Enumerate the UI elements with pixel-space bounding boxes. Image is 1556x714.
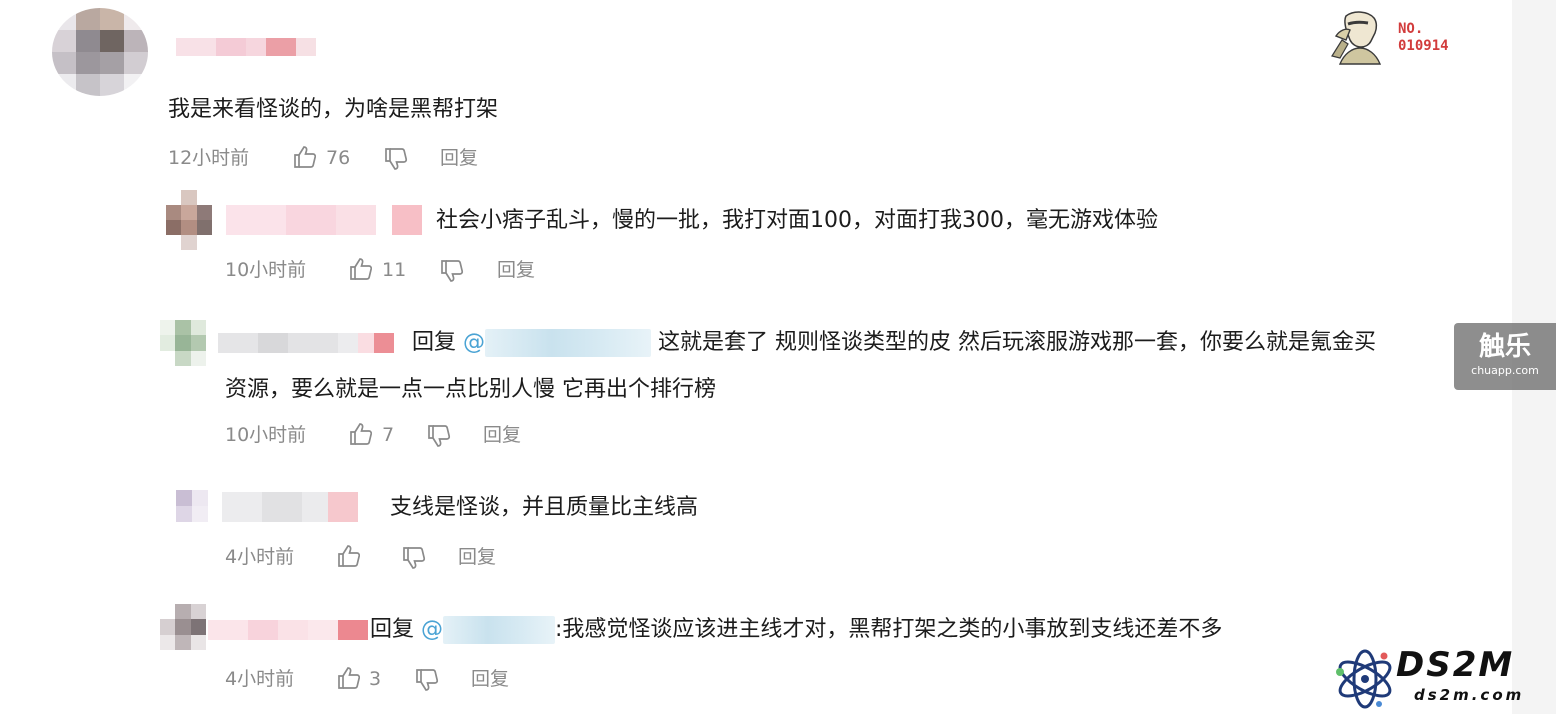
reply-button[interactable]: 回复 xyxy=(471,666,509,692)
comment-text-line2: 资源，要么就是一点一点比别人慢 它再出个排行榜 xyxy=(225,377,716,402)
comment-time: 12小时前 xyxy=(168,147,250,169)
badge-number: NO. 010914 xyxy=(1398,21,1449,54)
comment-time: 4小时前 xyxy=(225,668,295,690)
thumbs-up-icon[interactable] xyxy=(292,145,318,169)
username[interactable] xyxy=(218,333,394,353)
comment-time: 10小时前 xyxy=(225,259,307,281)
avatar[interactable] xyxy=(160,320,206,366)
comment-time: 10小时前 xyxy=(225,424,307,446)
chuapp-watermark: 触乐 chuapp.com xyxy=(1454,323,1556,390)
reply-prefix: 回复 xyxy=(412,330,457,355)
thumbs-up-icon[interactable] xyxy=(348,422,374,446)
reply-button[interactable]: 回复 xyxy=(497,257,535,283)
username[interactable] xyxy=(226,205,422,235)
ds2m-watermark: DS2M ds2m.com xyxy=(1332,646,1546,710)
reply-button[interactable]: 回复 xyxy=(458,544,496,570)
comment-time: 4小时前 xyxy=(225,546,295,568)
reply-prefix: 回复 xyxy=(370,617,415,642)
thumbs-down-icon[interactable] xyxy=(414,668,440,692)
username[interactable] xyxy=(176,38,316,56)
mention-username[interactable] xyxy=(485,329,652,357)
avatar[interactable] xyxy=(176,490,208,522)
thumbs-down-icon[interactable] xyxy=(439,259,465,283)
mention-username[interactable] xyxy=(443,616,556,644)
comment-text-body: :我感觉怪谈应该进主线才对，黑帮打架之类的小事放到支线还差不多 xyxy=(555,617,1223,642)
like-count: 76 xyxy=(326,147,351,169)
like-count: 3 xyxy=(369,668,382,690)
thumbs-up-icon[interactable] xyxy=(336,544,362,568)
thumbs-down-icon[interactable] xyxy=(401,546,427,570)
like-count: 11 xyxy=(382,259,407,281)
username[interactable] xyxy=(208,620,368,640)
username[interactable] xyxy=(222,492,358,522)
avatar[interactable] xyxy=(52,8,148,96)
badge-avatar-image xyxy=(1328,6,1390,68)
reply-button[interactable]: 回复 xyxy=(483,422,521,448)
mention-at[interactable]: @ xyxy=(421,617,443,642)
thumbs-up-icon[interactable] xyxy=(336,666,362,690)
comment-text: 支线是怪谈，并且质量比主线高 xyxy=(390,495,699,520)
atom-logo-icon xyxy=(1336,649,1392,709)
comment-text: 社会小痞子乱斗，慢的一批，我打对面100，对面打我300，毫无游戏体验 xyxy=(436,208,1158,233)
like-count: 7 xyxy=(382,424,395,446)
reply-button[interactable]: 回复 xyxy=(440,145,478,171)
thumbs-up-icon[interactable] xyxy=(348,257,374,281)
thumbs-down-icon[interactable] xyxy=(383,147,409,171)
avatar[interactable] xyxy=(166,190,212,250)
comment-text: 回复 @ :我感觉怪谈应该进主线才对，黑帮打架之类的小事放到支线还差不多 xyxy=(370,615,1222,645)
comment-text: 我是来看怪谈的，为啥是黑帮打架 xyxy=(168,97,499,122)
comment-text: 回复 @ 这就是套了 规则怪谈类型的皮 然后玩滚服游戏那一套，你要么就是氪金买 xyxy=(412,328,1376,358)
comment-text-line1: 这就是套了 规则怪谈类型的皮 然后玩滚服游戏那一套，你要么就是氪金买 xyxy=(658,330,1377,355)
mention-at[interactable]: @ xyxy=(463,330,485,355)
thumbs-down-icon[interactable] xyxy=(426,424,452,448)
avatar[interactable] xyxy=(160,604,206,650)
